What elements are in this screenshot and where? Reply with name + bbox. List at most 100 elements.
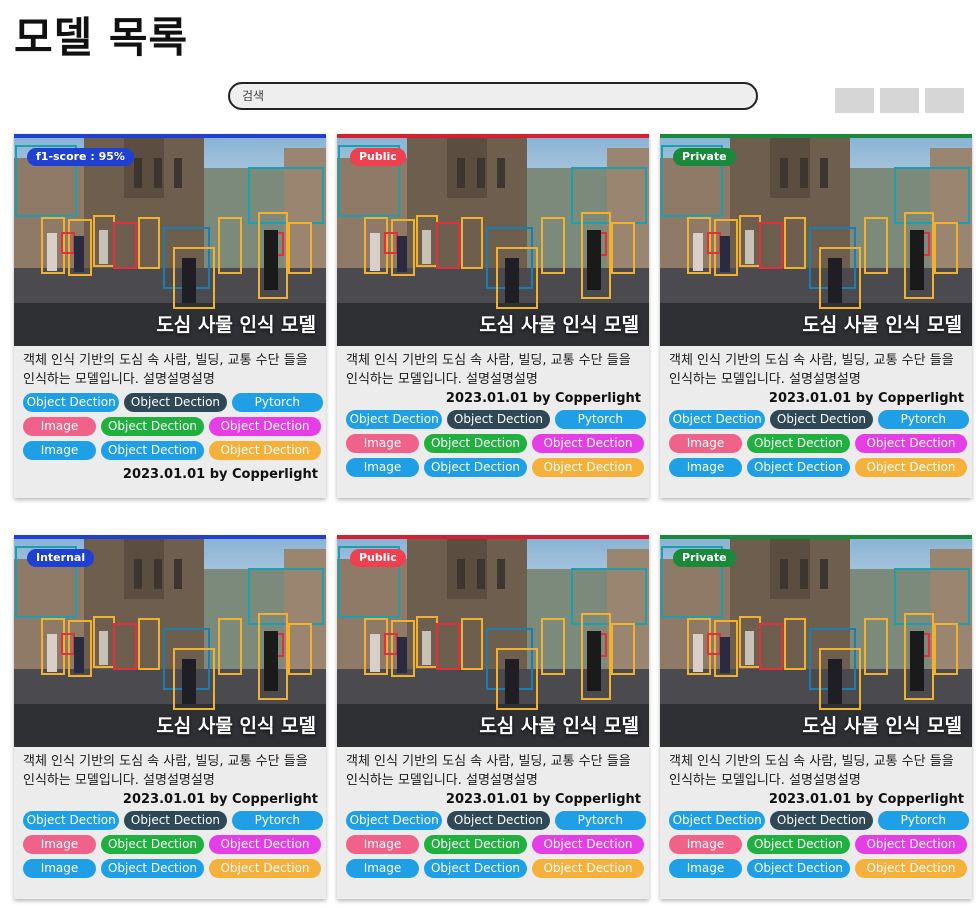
- tag-chip[interactable]: Image: [23, 441, 96, 460]
- card-status-badge: Public: [350, 549, 406, 567]
- tag-chip[interactable]: Object Dection: [855, 458, 967, 477]
- card-date-author: 2023.01.01 by Copperlight: [445, 391, 641, 406]
- card-description: 객체 인식 기반의 도심 속 사람, 빌딩, 교통 수단 들을 인식하는 모델입…: [669, 353, 954, 387]
- tag-chip[interactable]: Image: [346, 458, 419, 477]
- model-card[interactable]: f1-score : 95% 도심 사물 인식 모델객체 인식 기반의 도심 속 …: [14, 134, 326, 498]
- card-description: 객체 인식 기반의 도심 속 사람, 빌딩, 교통 수단 들을 인식하는 모델입…: [23, 353, 308, 387]
- card-thumbnail: Internal 도심 사물 인식 모델: [14, 539, 326, 747]
- tag-chip[interactable]: Object Dection: [101, 835, 204, 854]
- tag-chip[interactable]: Object Dection: [669, 410, 766, 429]
- tag-chip[interactable]: Image: [346, 859, 419, 878]
- thumbnail-caption: 도심 사물 인식 모델: [802, 314, 962, 336]
- tag-chip[interactable]: Image: [669, 859, 742, 878]
- card-tag-list: Object Dection Object Dection Pytorch Image…: [346, 410, 646, 477]
- tag-chip[interactable]: Pytorch: [231, 393, 323, 412]
- card-tag-list: Object Dection Object Dection Pytorch Image…: [669, 811, 969, 878]
- tag-chip[interactable]: Object Dection: [747, 434, 850, 453]
- tag-chip[interactable]: Object Dection: [101, 859, 204, 878]
- tag-chip[interactable]: Object Dection: [532, 859, 644, 878]
- tag-chip[interactable]: Pytorch: [554, 410, 646, 429]
- tag-chip[interactable]: Object Dection: [770, 811, 873, 830]
- view-button-1[interactable]: [835, 88, 874, 113]
- tag-chip[interactable]: Image: [23, 417, 96, 436]
- model-card-grid: f1-score : 95% 도심 사물 인식 모델 객체 인식 기반의 도심 속 …: [14, 134, 972, 899]
- model-card[interactable]: Public 도심 사물 인식 모델객체 인식 기반의 도심 속 사람, 빌딩, …: [337, 134, 649, 498]
- tag-chip[interactable]: Image: [669, 458, 742, 477]
- card-tag-list: Object Dection Object Dection Pytorch Image…: [669, 410, 969, 477]
- thumbnail-caption: 도심 사물 인식 모델: [156, 715, 316, 737]
- tag-chip[interactable]: Object Dection: [124, 811, 227, 830]
- tag-chip[interactable]: Object Dection: [23, 393, 120, 412]
- card-thumbnail: Private 도심 사물 인식 모델: [660, 539, 972, 747]
- tag-row: Object Dection Object Dection Pytorch: [669, 410, 969, 429]
- tag-chip[interactable]: Object Dection: [447, 410, 550, 429]
- tag-chip[interactable]: Image: [346, 434, 419, 453]
- tag-chip[interactable]: Object Dection: [855, 835, 967, 854]
- tag-chip[interactable]: Pytorch: [231, 811, 323, 830]
- tag-chip[interactable]: Object Dection: [209, 441, 321, 460]
- tag-chip[interactable]: Object Dection: [23, 811, 120, 830]
- tag-chip[interactable]: Object Dection: [747, 835, 850, 854]
- tag-row: Object Dection Object Dection Pytorch: [346, 811, 646, 830]
- tag-chip[interactable]: Object Dection: [209, 859, 321, 878]
- card-status-badge: f1-score : 95%: [27, 148, 134, 166]
- page-title: 모델 목록: [14, 13, 189, 62]
- card-status-badge: Private: [673, 148, 736, 166]
- model-card[interactable]: Private 도심 사물 인식 모델객체 인식 기반의 도심 속 사람, 빌딩,…: [660, 535, 972, 899]
- view-button-3[interactable]: [925, 88, 964, 113]
- tag-row: Image Object Dection Object Dection: [346, 835, 646, 854]
- tag-chip[interactable]: Object Dection: [532, 434, 644, 453]
- model-card[interactable]: Public 도심 사물 인식 모델객체 인식 기반의 도심 속 사람, 빌딩, …: [337, 535, 649, 899]
- card-description: 객체 인식 기반의 도심 속 사람, 빌딩, 교통 수단 들을 인식하는 모델입…: [669, 754, 954, 788]
- tag-row: Image Object Dection Object Dection: [669, 434, 969, 453]
- tag-chip[interactable]: Pytorch: [877, 410, 969, 429]
- thumbnail-caption: 도심 사물 인식 모델: [479, 715, 639, 737]
- tag-row: Image Object Dection Object Dection: [669, 859, 969, 878]
- tag-chip[interactable]: Object Dection: [424, 859, 527, 878]
- tag-chip[interactable]: Pytorch: [554, 811, 646, 830]
- tag-chip[interactable]: Object Dection: [855, 434, 967, 453]
- tag-chip[interactable]: Object Dection: [669, 811, 766, 830]
- search-input[interactable]: [228, 82, 758, 110]
- view-button-2[interactable]: [880, 88, 919, 113]
- tag-chip[interactable]: Object Dection: [855, 859, 967, 878]
- tag-chip[interactable]: Pytorch: [877, 811, 969, 830]
- card-description: 객체 인식 기반의 도심 속 사람, 빌딩, 교통 수단 들을 인식하는 모델입…: [346, 353, 631, 387]
- tag-chip[interactable]: Object Dection: [209, 417, 321, 436]
- tag-chip[interactable]: Object Dection: [747, 458, 850, 477]
- tag-chip[interactable]: Object Dection: [124, 393, 227, 412]
- tag-chip[interactable]: Image: [669, 434, 742, 453]
- tag-chip[interactable]: Object Dection: [346, 811, 443, 830]
- tag-chip[interactable]: Object Dection: [447, 811, 550, 830]
- tag-chip[interactable]: Object Dection: [424, 835, 527, 854]
- thumbnail-caption: 도심 사물 인식 모델: [156, 314, 316, 336]
- tag-chip[interactable]: Object Dection: [424, 458, 527, 477]
- tag-chip[interactable]: Object Dection: [209, 835, 321, 854]
- tag-chip[interactable]: Object Dection: [101, 441, 204, 460]
- tag-chip[interactable]: Image: [669, 835, 742, 854]
- tag-chip[interactable]: Object Dection: [532, 835, 644, 854]
- tag-row: Image Object Dection Object Dection: [23, 859, 323, 878]
- card-thumbnail: Public 도심 사물 인식 모델: [337, 539, 649, 747]
- tag-chip[interactable]: Object Dection: [424, 434, 527, 453]
- tag-chip[interactable]: Object Dection: [346, 410, 443, 429]
- tag-chip[interactable]: Object Dection: [770, 410, 873, 429]
- tag-chip[interactable]: Image: [23, 859, 96, 878]
- tag-chip[interactable]: Object Dection: [747, 859, 850, 878]
- tag-row: Object Dection Object Dection Pytorch: [23, 811, 323, 830]
- model-card[interactable]: Internal 도심 사물 인식 모델 객체 인식 기반의 도심 속 사람, 빌딩…: [14, 535, 326, 899]
- tag-row: Object Dection Object Dection Pytorch: [346, 410, 646, 429]
- tag-chip[interactable]: Image: [23, 835, 96, 854]
- card-description: 객체 인식 기반의 도심 속 사람, 빌딩, 교통 수단 들을 인식하는 모델입…: [346, 754, 631, 788]
- tag-chip[interactable]: Object Dection: [101, 417, 204, 436]
- tag-row: Image Object Dection Object Dection: [669, 835, 969, 854]
- card-date-author: 2023.01.01 by Copperlight: [768, 391, 964, 406]
- tag-chip[interactable]: Object Dection: [532, 458, 644, 477]
- model-card[interactable]: Private 도심 사물 인식 모델객체 인식 기반의 도심 속 사람, 빌딩,…: [660, 134, 972, 498]
- card-date-author: 2023.01.01 by Copperlight: [122, 467, 318, 482]
- thumbnail-caption: 도심 사물 인식 모델: [479, 314, 639, 336]
- card-status-badge: Private: [673, 549, 736, 567]
- card-tag-list: Object Dection Object Dection Pytorch Image…: [23, 811, 323, 878]
- tag-chip[interactable]: Image: [346, 835, 419, 854]
- card-thumbnail: Public 도심 사물 인식 모델: [337, 138, 649, 346]
